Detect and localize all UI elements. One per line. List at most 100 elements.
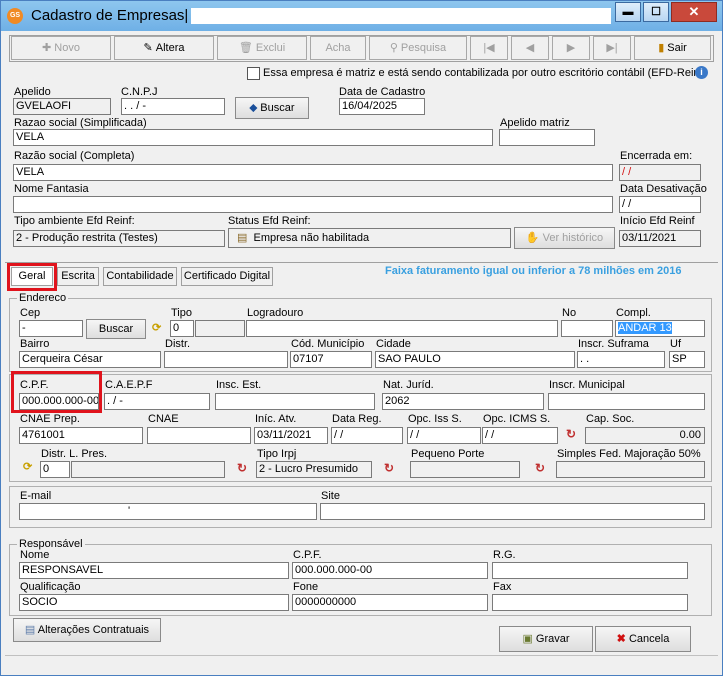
cep-label: Cep: [20, 307, 41, 319]
resp-fax-field[interactable]: [492, 594, 688, 611]
fantasia-field[interactable]: [13, 196, 613, 213]
status-bar: [5, 655, 718, 674]
info-icon[interactable]: i: [695, 66, 708, 79]
document-icon: ▤: [24, 624, 36, 636]
edit-icon: ✎: [143, 42, 153, 54]
refresh-red-icon[interactable]: ↻: [384, 461, 394, 475]
tipo-field[interactable]: 0: [170, 320, 194, 337]
site-field[interactable]: [320, 503, 705, 520]
data-reg-field[interactable]: / /: [331, 427, 403, 444]
resp-qual-label: Qualificação: [20, 581, 81, 593]
cnpj-field[interactable]: . . / -: [121, 98, 225, 115]
razao-simpl-field[interactable]: VELA: [13, 129, 493, 146]
inic-atv-field[interactable]: 03/11/2021: [254, 427, 328, 444]
tipo-ambiente-field[interactable]: 2 - Produção restrita (Testes): [13, 230, 225, 247]
altera-button[interactable]: ✎ Altera: [114, 36, 214, 60]
pesquisa-button[interactable]: ⚲ Pesquisa: [369, 36, 467, 60]
cod-municipio-label: Cód. Município: [291, 338, 365, 350]
refresh-yellow-icon[interactable]: ⟳: [23, 460, 32, 473]
buscar-cnpj-button[interactable]: ⬥ Buscar: [235, 97, 309, 119]
suframa-field[interactable]: . .: [577, 351, 665, 368]
simples-field[interactable]: [556, 461, 705, 478]
refresh-red-icon[interactable]: ↻: [535, 461, 545, 475]
peq-porte-label: Pequeno Porte: [411, 448, 485, 460]
acha-button[interactable]: Acha: [310, 36, 366, 60]
resp-qual-field[interactable]: SOCIO: [19, 594, 289, 611]
bairro-field[interactable]: Cerqueira César: [19, 351, 161, 368]
opc-icms-field[interactable]: / /: [482, 427, 558, 444]
resp-rg-label: R.G.: [493, 549, 516, 561]
no-field[interactable]: [561, 320, 613, 337]
insc-mun-field[interactable]: [548, 393, 705, 410]
resp-nome-label: Nome: [20, 549, 50, 561]
tipo-desc-field: [195, 320, 245, 337]
inicio-efd-field[interactable]: 03/11/2021: [619, 230, 701, 247]
buscar-cep-button[interactable]: Buscar: [86, 319, 146, 339]
tipo-irpj-field[interactable]: 2 - Lucro Presumido: [256, 461, 372, 478]
fantasia-label: Nome Fantasia: [14, 183, 89, 195]
gravar-button[interactable]: ▣ Gravar: [499, 626, 593, 652]
prev-record-button[interactable]: ◀: [511, 36, 549, 60]
compl-field[interactable]: ANDAR 13: [615, 320, 705, 337]
resp-rg-field[interactable]: [492, 562, 688, 579]
cep-field[interactable]: -: [19, 320, 83, 337]
last-record-button[interactable]: ▶|: [593, 36, 631, 60]
desativacao-field[interactable]: / /: [619, 196, 701, 213]
cnae-label: CNAE: [148, 413, 179, 425]
opc-iss-label: Opc. Iss S.: [408, 413, 462, 425]
cancela-label: Cancela: [628, 633, 670, 645]
first-record-button[interactable]: |◀: [470, 36, 508, 60]
encerrada-field[interactable]: / /: [619, 164, 701, 181]
peq-porte-field[interactable]: [410, 461, 520, 478]
data-cadastro-field[interactable]: 16/04/2025: [339, 98, 425, 115]
resp-nome-field[interactable]: RESPONSAVEL: [19, 562, 289, 579]
title-text-field: [191, 8, 611, 24]
email-field[interactable]: ': [19, 503, 317, 520]
novo-button[interactable]: ✚ Novo: [11, 36, 111, 60]
refresh-red-icon[interactable]: ↻: [237, 461, 247, 475]
distr-pres-field[interactable]: 0: [40, 461, 70, 478]
razao-completa-field[interactable]: VELA: [13, 164, 613, 181]
sair-label: Sair: [667, 42, 687, 54]
minimize-button[interactable]: ▬: [615, 2, 641, 22]
nat-jur-field[interactable]: 2062: [382, 393, 544, 410]
caepf-label: C.A.E.P.F: [105, 379, 153, 391]
tab-escrita[interactable]: Escrita: [57, 267, 99, 286]
resp-fone-field[interactable]: 0000000000: [292, 594, 488, 611]
matriz-checkbox[interactable]: [247, 67, 260, 80]
ver-historico-button[interactable]: ✋ Ver histórico: [514, 227, 615, 249]
caepf-field[interactable]: . / -: [104, 393, 210, 410]
close-button[interactable]: ✕: [671, 2, 717, 22]
tab-certificado-digital[interactable]: Certificado Digital: [181, 267, 273, 286]
status-efd-field: ▤ Empresa não habilitada: [228, 228, 511, 248]
ver-historico-label: Ver histórico: [542, 232, 604, 244]
alteracoes-contratuais-button[interactable]: ▤ Alterações Contratuais: [13, 618, 161, 642]
apelido-matriz-label: Apelido matriz: [500, 117, 570, 129]
apelido-label: Apelido: [14, 86, 51, 98]
cap-soc-field[interactable]: 0.00: [585, 427, 705, 444]
next-record-button[interactable]: ▶: [552, 36, 590, 60]
pesquisa-label: Pesquisa: [400, 42, 447, 54]
sair-button[interactable]: ▮ Sair: [634, 36, 711, 60]
exclui-button[interactable]: 🗑 Exclui: [217, 36, 307, 60]
insc-est-field[interactable]: [215, 393, 375, 410]
cnae-prep-field[interactable]: 4761001: [19, 427, 143, 444]
maximize-button[interactable]: ☐: [643, 2, 669, 22]
opc-iss-field[interactable]: / /: [407, 427, 481, 444]
apelido-matriz-field[interactable]: [499, 129, 595, 146]
uf-field[interactable]: SP: [669, 351, 705, 368]
tab-contabilidade[interactable]: Contabilidade: [103, 267, 177, 286]
refresh-red-icon[interactable]: ↻: [566, 427, 576, 441]
logradouro-field[interactable]: [246, 320, 558, 337]
apelido-field[interactable]: GVELAOFI: [13, 98, 111, 115]
distr-field[interactable]: [164, 351, 288, 368]
cancel-x-icon: ✖: [616, 633, 626, 645]
cod-municipio-field[interactable]: 07107: [290, 351, 372, 368]
novo-label: Novo: [54, 42, 80, 54]
resp-cpf-field[interactable]: 000.000.000-00: [292, 562, 488, 579]
cidade-field[interactable]: SAO PAULO: [375, 351, 575, 368]
cancela-button[interactable]: ✖ Cancela: [595, 626, 691, 652]
cnae-field[interactable]: [147, 427, 251, 444]
tipo-label: Tipo: [171, 307, 192, 319]
refresh-yellow-icon[interactable]: ⟳: [152, 321, 161, 334]
